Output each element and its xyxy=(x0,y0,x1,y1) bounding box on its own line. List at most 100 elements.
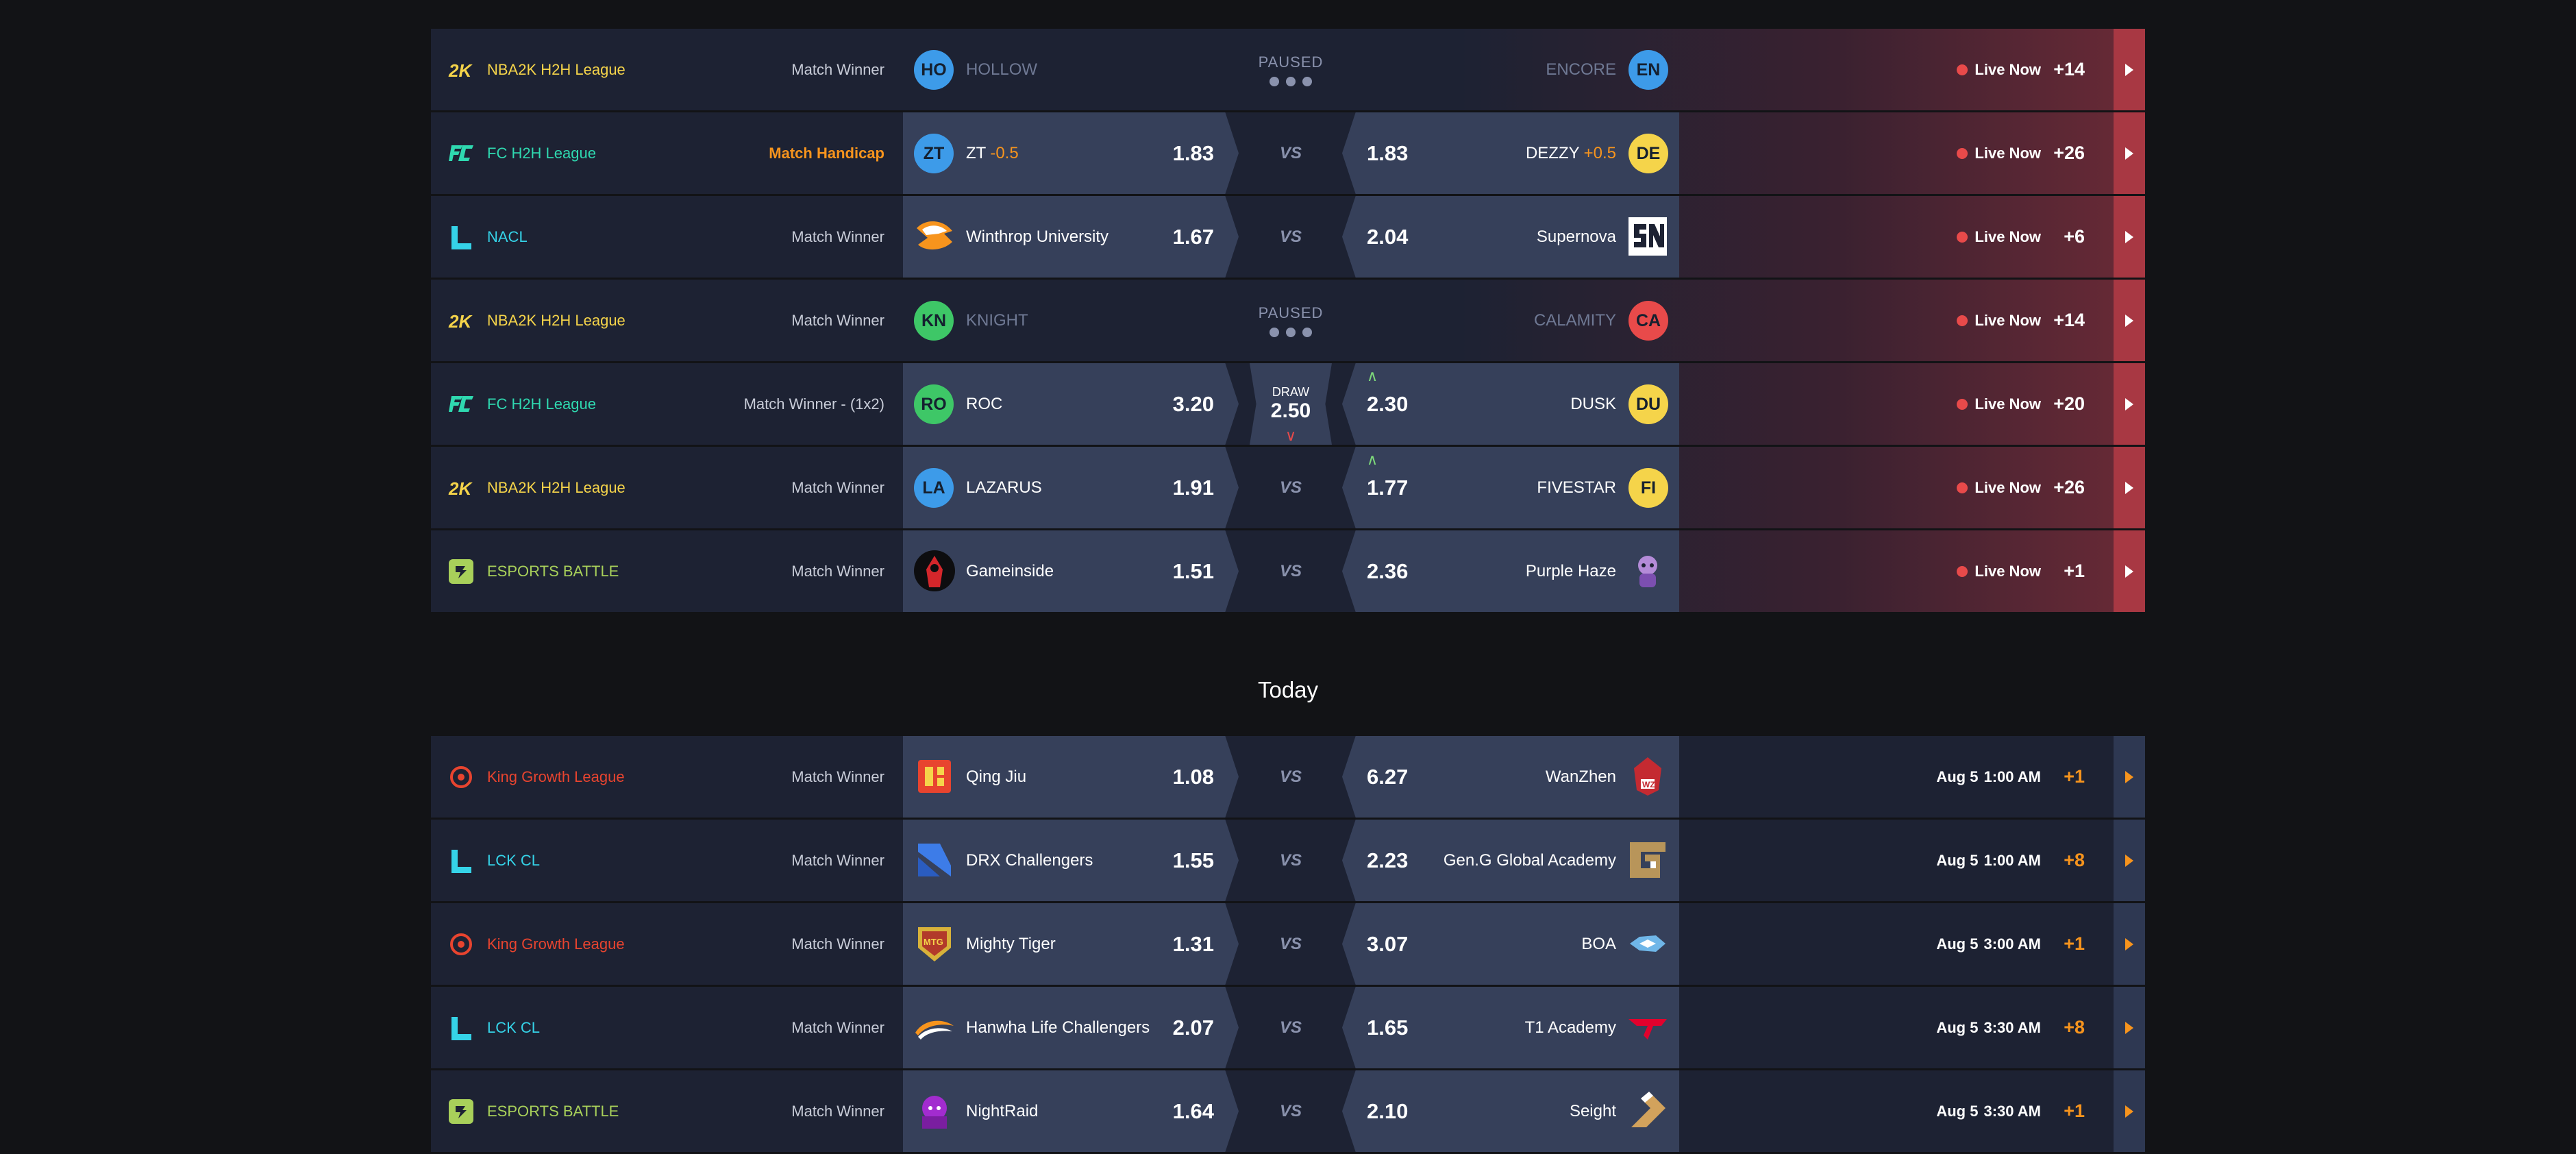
svg-text:WZ: WZ xyxy=(1642,780,1655,789)
draw-selection[interactable]: DRAW 2.50 ∨ xyxy=(1250,363,1332,445)
event-row[interactable]: LCK CL Match Winner DRX Challengers 1.55 VS G… xyxy=(431,820,2145,901)
more-markets-count[interactable]: +20 xyxy=(2044,363,2085,445)
more-markets-count[interactable]: +14 xyxy=(2044,280,2085,361)
home-team-selection[interactable]: ZT ZT -0.5 1.83 xyxy=(903,112,1239,194)
chevron-right-icon xyxy=(2125,854,2133,867)
home-team-selection[interactable]: NightRaid 1.64 xyxy=(903,1070,1239,1152)
event-row[interactable]: NACL Match Winner Winthrop University 1.67 V… xyxy=(431,196,2145,278)
more-markets-count[interactable]: +14 xyxy=(2044,29,2085,110)
event-row[interactable]: 2K NBA2K H2H League Match Winner HO HOLLOW PA… xyxy=(431,29,2145,110)
league-link[interactable]: 2K NBA2K H2H League xyxy=(447,280,626,361)
league-link[interactable]: NACL xyxy=(447,196,528,278)
league-name: ESPORTS BATTLE xyxy=(487,562,619,580)
event-row[interactable]: ESPORTS BATTLE Match Winner NightRaid 1.64 V… xyxy=(431,1070,2145,1152)
away-team-selection[interactable]: DE DEZZY +0.5 1.83 xyxy=(1342,112,1679,194)
event-row[interactable]: King Growth League Match Winner MTG Mighty … xyxy=(431,903,2145,985)
open-event-button[interactable] xyxy=(2114,987,2145,1068)
home-team-selection[interactable]: MTG Mighty Tiger 1.31 xyxy=(903,903,1239,985)
away-team-selection[interactable]: FI FIVESTAR 1.77 ∧ xyxy=(1342,447,1679,528)
odds-value: 1.64 xyxy=(1172,1098,1214,1123)
team-name-text: ZT xyxy=(966,143,987,162)
odds-value: 1.08 xyxy=(1172,764,1214,789)
away-team-selection[interactable]: WZ WanZhen 6.27 xyxy=(1342,736,1679,818)
open-event-button[interactable] xyxy=(2114,280,2145,361)
home-team-selection[interactable]: Winthrop University 1.67 xyxy=(903,196,1239,278)
open-event-button[interactable] xyxy=(2114,820,2145,901)
team-name: DRX Challengers xyxy=(966,820,1093,901)
team-name: DEZZY +0.5 xyxy=(1526,112,1616,194)
more-markets-count[interactable]: +8 xyxy=(2044,987,2085,1068)
more-markets-count[interactable]: +26 xyxy=(2044,447,2085,528)
live-indicator-icon xyxy=(1957,398,1968,410)
open-event-button[interactable] xyxy=(2114,363,2145,445)
league-link[interactable]: 2K NBA2K H2H League xyxy=(447,29,626,110)
team-name-text: NightRaid xyxy=(966,1101,1039,1120)
more-markets-count[interactable]: +26 xyxy=(2044,112,2085,194)
team-name-text: FIVESTAR xyxy=(1537,478,1616,497)
live-status: Live Now xyxy=(1957,530,2041,612)
team-name-text: WanZhen xyxy=(1545,767,1616,786)
more-markets-count[interactable]: +6 xyxy=(2044,196,2085,278)
league-link[interactable]: King Growth League xyxy=(447,736,625,818)
league-link[interactable]: ESPORTS BATTLE xyxy=(447,1070,619,1152)
home-team-selection[interactable]: DRX Challengers 1.55 xyxy=(903,820,1239,901)
paused-label: PAUSED xyxy=(1258,304,1324,321)
odds-value: 1.65 xyxy=(1367,1015,1409,1040)
home-team-selection[interactable]: LA LAZARUS 1.91 xyxy=(903,447,1239,528)
open-event-button[interactable] xyxy=(2114,1070,2145,1152)
open-event-button[interactable] xyxy=(2114,903,2145,985)
league-link[interactable]: FC H2H League xyxy=(447,363,596,445)
away-team-selection[interactable]: Purple Haze 2.36 xyxy=(1342,530,1679,612)
team-name: Mighty Tiger xyxy=(966,903,1056,985)
chevron-right-icon xyxy=(2125,1105,2133,1118)
home-team-selection[interactable]: RO ROC 3.20 xyxy=(903,363,1239,445)
start-time: Aug 5 1:00 AM xyxy=(1936,736,2041,818)
home-team-selection[interactable]: Hanwha Life Challengers 2.07 xyxy=(903,987,1239,1068)
event-row[interactable]: FC H2H League Match Winner - (1x2) RO ROC 3.… xyxy=(431,363,2145,445)
svg-text:2K: 2K xyxy=(448,60,473,81)
event-row[interactable]: 2K NBA2K H2H League Match Winner LA LAZARUS 1… xyxy=(431,447,2145,528)
open-event-button[interactable] xyxy=(2114,112,2145,194)
open-event-button[interactable] xyxy=(2114,29,2145,110)
start-date: Aug 5 xyxy=(1936,851,1979,869)
home-team-selection[interactable]: Gameinside 1.51 xyxy=(903,530,1239,612)
league-name: NBA2K H2H League xyxy=(487,60,626,78)
event-row[interactable]: 2K NBA2K H2H League Match Winner KN KNIGHT PA… xyxy=(431,280,2145,361)
start-time: Aug 5 3:00 AM xyxy=(1936,903,2041,985)
event-row[interactable]: ESPORTS BATTLE Match Winner Gameinside 1.51… xyxy=(431,530,2145,612)
league-link[interactable]: ESPORTS BATTLE xyxy=(447,530,619,612)
handicap-value: +0.5 xyxy=(1583,143,1616,162)
event-row[interactable]: King Growth League Match Winner Qing Jiu 1.… xyxy=(431,736,2145,818)
more-markets-count[interactable]: +1 xyxy=(2044,1070,2085,1152)
odds-value: 1.31 xyxy=(1172,931,1214,956)
team-name: ZT -0.5 xyxy=(966,112,1019,194)
league-name: King Growth League xyxy=(487,768,625,785)
more-markets-count[interactable]: +1 xyxy=(2044,903,2085,985)
home-team-selection[interactable]: Qing Jiu 1.08 xyxy=(903,736,1239,818)
league-link[interactable]: King Growth League xyxy=(447,903,625,985)
open-event-button[interactable] xyxy=(2114,447,2145,528)
team-name-text: Seight xyxy=(1569,1101,1616,1120)
league-link[interactable]: 2K NBA2K H2H League xyxy=(447,447,626,528)
away-team-selection[interactable]: T1 Academy 1.65 xyxy=(1342,987,1679,1068)
league-link[interactable]: LCK CL xyxy=(447,987,540,1068)
open-event-button[interactable] xyxy=(2114,530,2145,612)
away-team-selection[interactable]: DU DUSK 2.30 ∧ xyxy=(1342,363,1679,445)
away-team-selection[interactable]: BOA 3.07 xyxy=(1342,903,1679,985)
more-markets-count[interactable]: +1 xyxy=(2044,736,2085,818)
market-type: Match Winner xyxy=(791,935,884,953)
open-event-button[interactable] xyxy=(2114,736,2145,818)
live-label: Live Now xyxy=(1974,228,2041,245)
away-team-selection[interactable]: Seight 2.10 xyxy=(1342,1070,1679,1152)
event-row[interactable]: LCK CL Match Winner Hanwha Life Challenger… xyxy=(431,987,2145,1068)
more-markets-count[interactable]: +8 xyxy=(2044,820,2085,901)
open-event-button[interactable] xyxy=(2114,196,2145,278)
away-team-selection[interactable]: Gen.G Global Academy 2.23 xyxy=(1342,820,1679,901)
away-team-selection[interactable]: Supernova 2.04 xyxy=(1342,196,1679,278)
more-markets-count[interactable]: +1 xyxy=(2044,530,2085,612)
team-name: ROC xyxy=(966,363,1002,445)
start-date: Aug 5 xyxy=(1936,1102,1979,1120)
event-row[interactable]: FC H2H League Match Handicap ZT ZT -0.5 1.83 V… xyxy=(431,112,2145,194)
league-link[interactable]: FC H2H League xyxy=(447,112,596,194)
league-link[interactable]: LCK CL xyxy=(447,820,540,901)
